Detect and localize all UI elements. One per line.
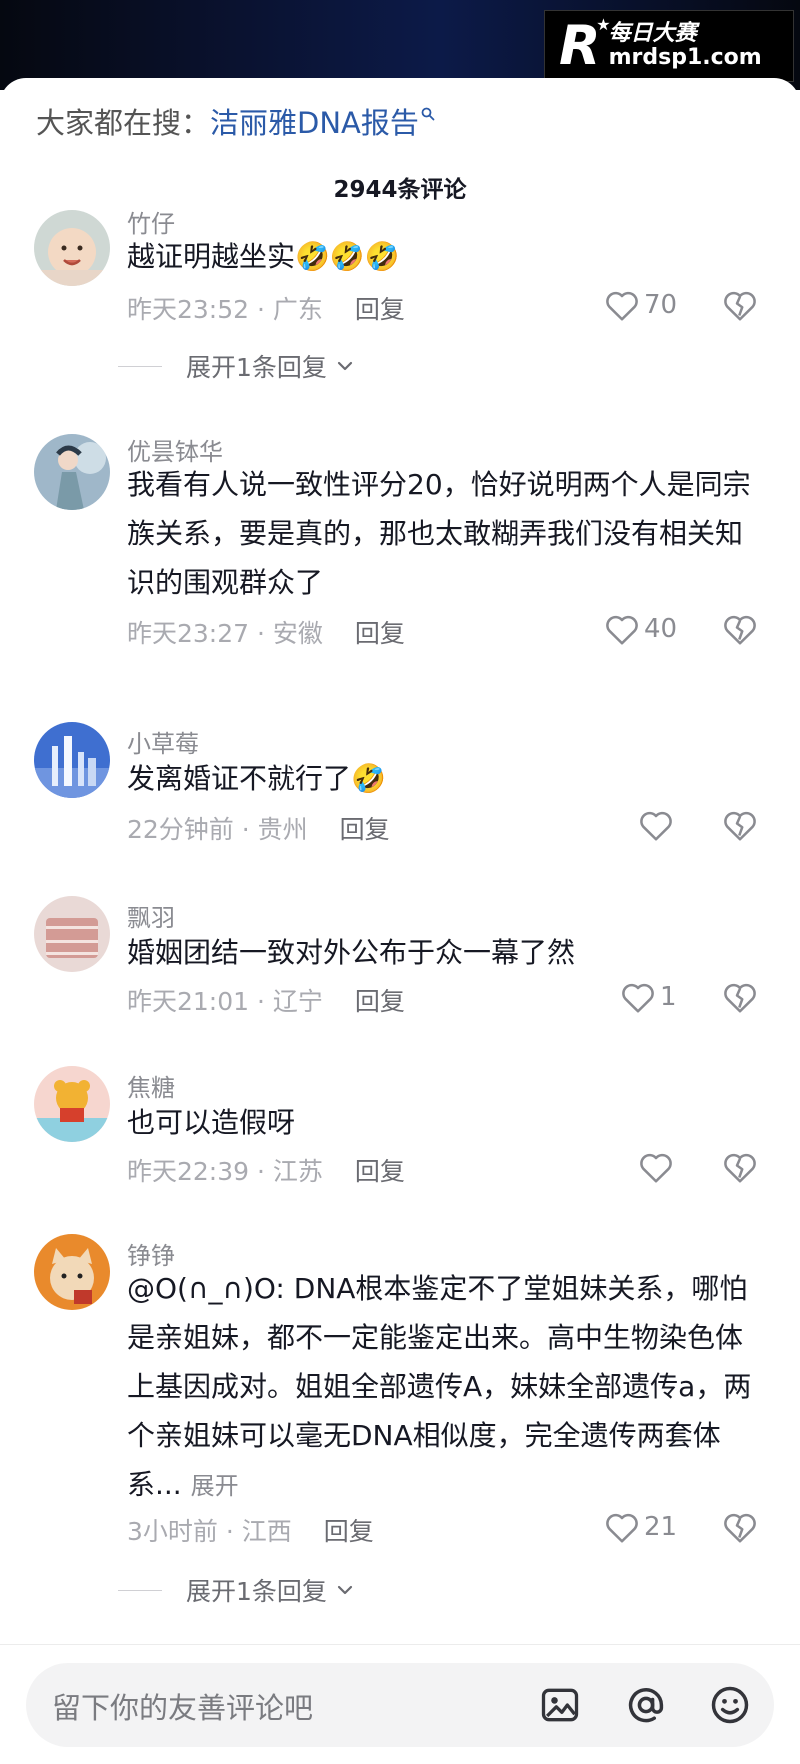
comment-time: 昨天23:27	[127, 619, 250, 648]
watermark-cn: 每日大赛	[608, 20, 697, 46]
expand-text-button[interactable]: 展开	[191, 1472, 239, 1500]
broken-heart-icon	[724, 983, 756, 1013]
like-button[interactable]: 40	[604, 612, 677, 646]
meta-separator: ·	[233, 815, 258, 844]
heart-outline-icon	[606, 291, 638, 321]
avatar[interactable]	[34, 210, 110, 286]
comment-location: 安徽	[272, 619, 323, 648]
comment-text: 越证明越坐实🤣🤣🤣	[127, 240, 400, 273]
heart-outline-icon	[622, 983, 654, 1013]
expand-replies[interactable]: 展开1条回复	[118, 1572, 357, 1608]
search-suggestion[interactable]: 大家都在搜： 洁丽雅DNA报告	[36, 100, 435, 142]
like-button[interactable]	[638, 808, 678, 842]
comment-location: 辽宁	[272, 987, 323, 1016]
reply-button[interactable]: 回复	[355, 295, 405, 324]
comment-body: @O(∩_∩)O: DNA根本鉴定不了堂姐妹关系，哪怕是亲姐妹，都不一定能鉴定出…	[127, 1272, 752, 1501]
avatar[interactable]	[34, 1066, 110, 1142]
broken-heart-icon	[724, 615, 756, 645]
broken-heart-icon	[724, 1153, 756, 1183]
chevron-down-icon	[337, 361, 353, 371]
dislike-button[interactable]	[722, 1150, 758, 1188]
dislike-button[interactable]	[722, 980, 758, 1018]
comment-input-bar: 留下你的友善评论吧	[0, 1644, 800, 1764]
search-suggestion-keyword[interactable]: 洁丽雅DNA报告	[210, 100, 419, 142]
like-button[interactable]	[638, 1150, 678, 1184]
chevron-down-icon	[337, 1585, 353, 1595]
expand-replies-label: 展开1条回复	[186, 353, 327, 382]
expand-replies[interactable]: 展开1条回复	[118, 348, 357, 384]
comment-meta: 昨天23:27 · 安徽 回复	[127, 614, 405, 650]
heart-outline-icon	[606, 615, 638, 645]
comment-input[interactable]: 留下你的友善评论吧	[26, 1663, 774, 1747]
comment-count: 2944条评论	[333, 177, 467, 203]
like-count: 40	[644, 614, 678, 644]
comment-meta: 昨天23:52 · 广东 回复	[127, 290, 405, 326]
broken-heart-icon	[724, 811, 756, 841]
like-count: 1	[660, 982, 677, 1012]
meta-separator: ·	[249, 619, 273, 648]
comment-meta: 昨天22:39 · 江苏 回复	[127, 1152, 405, 1188]
reply-button[interactable]: 回复	[355, 619, 405, 648]
avatar[interactable]	[34, 896, 110, 972]
comment-input-placeholder: 留下你的友善评论吧	[52, 1691, 314, 1725]
comment-time: 22分钟前	[127, 815, 234, 844]
comment-location: 江苏	[272, 1157, 323, 1186]
reply-button[interactable]: 回复	[355, 987, 405, 1016]
comment-time: 昨天21:01	[127, 987, 250, 1016]
comment-time: 昨天22:39	[127, 1157, 250, 1186]
heart-outline-icon	[640, 1153, 672, 1183]
meta-separator: ·	[249, 987, 273, 1016]
search-suggestion-label: 大家都在搜：	[36, 106, 211, 140]
like-count: 70	[644, 290, 678, 320]
comment-text: 也可以造假呀	[127, 1106, 296, 1139]
comment-meta: 22分钟前 · 贵州 回复	[127, 810, 390, 846]
comment-meta: 3小时前 · 江西 回复	[127, 1512, 374, 1548]
broken-heart-icon	[724, 291, 756, 321]
image-icon[interactable]	[538, 1683, 582, 1731]
video-background: R ★ 每日大赛 mrdsp1.com	[0, 0, 800, 90]
like-button[interactable]: 21	[604, 1510, 677, 1544]
comment-time: 昨天23:52	[127, 295, 250, 324]
at-icon[interactable]	[624, 1683, 668, 1731]
comment-location: 江西	[241, 1517, 292, 1546]
meta-separator: ·	[249, 1157, 273, 1186]
reply-button[interactable]: 回复	[324, 1517, 374, 1546]
avatar[interactable]	[34, 1234, 110, 1310]
emoji-icon[interactable]	[708, 1683, 752, 1731]
comment-location: 贵州	[257, 815, 308, 844]
like-button[interactable]: 70	[604, 288, 677, 322]
comment-text: 我看有人说一致性评分20，恰好说明两个人是同宗族关系，要是真的，那也太敢糊弄我们…	[127, 468, 751, 599]
comment-location: 广东	[272, 295, 323, 324]
broken-heart-icon	[724, 1513, 756, 1543]
dislike-button[interactable]	[722, 808, 758, 846]
comment-text: 发离婚证不就行了🤣	[127, 762, 386, 795]
meta-separator: ·	[249, 295, 273, 324]
heart-outline-icon	[606, 1513, 638, 1543]
expand-divider	[118, 365, 162, 367]
dislike-button[interactable]	[722, 288, 758, 326]
expand-replies-label: 展开1条回复	[186, 1577, 327, 1606]
meta-separator: ·	[217, 1517, 242, 1546]
comment-meta: 昨天21:01 · 辽宁 回复	[127, 982, 405, 1018]
reply-button[interactable]: 回复	[340, 815, 390, 844]
dislike-button[interactable]	[722, 612, 758, 650]
site-watermark: R ★ 每日大赛 mrdsp1.com	[544, 10, 794, 82]
like-count: 21	[644, 1512, 678, 1542]
expand-divider	[118, 1589, 162, 1591]
avatar[interactable]	[34, 722, 110, 798]
watermark-logo: R ★	[559, 14, 611, 77]
comment-text: 婚姻团结一致对外公布于众一幕了然	[127, 936, 576, 969]
comment-time: 3小时前	[127, 1517, 218, 1546]
reply-button[interactable]: 回复	[355, 1157, 405, 1186]
search-icon	[421, 105, 435, 126]
like-button[interactable]: 1	[620, 980, 677, 1014]
dislike-button[interactable]	[722, 1510, 758, 1548]
avatar[interactable]	[34, 434, 110, 510]
comment-sheet: 大家都在搜： 洁丽雅DNA报告 2944条评论 竹仔 越证明越坐实🤣🤣🤣 昨天2…	[0, 78, 800, 1764]
watermark-url: mrdsp1.com	[608, 45, 762, 70]
heart-outline-icon	[640, 811, 672, 841]
comment-text: @O(∩_∩)O: DNA根本鉴定不了堂姐妹关系，哪怕是亲姐妹，都不一定能鉴定出…	[127, 1264, 767, 1511]
